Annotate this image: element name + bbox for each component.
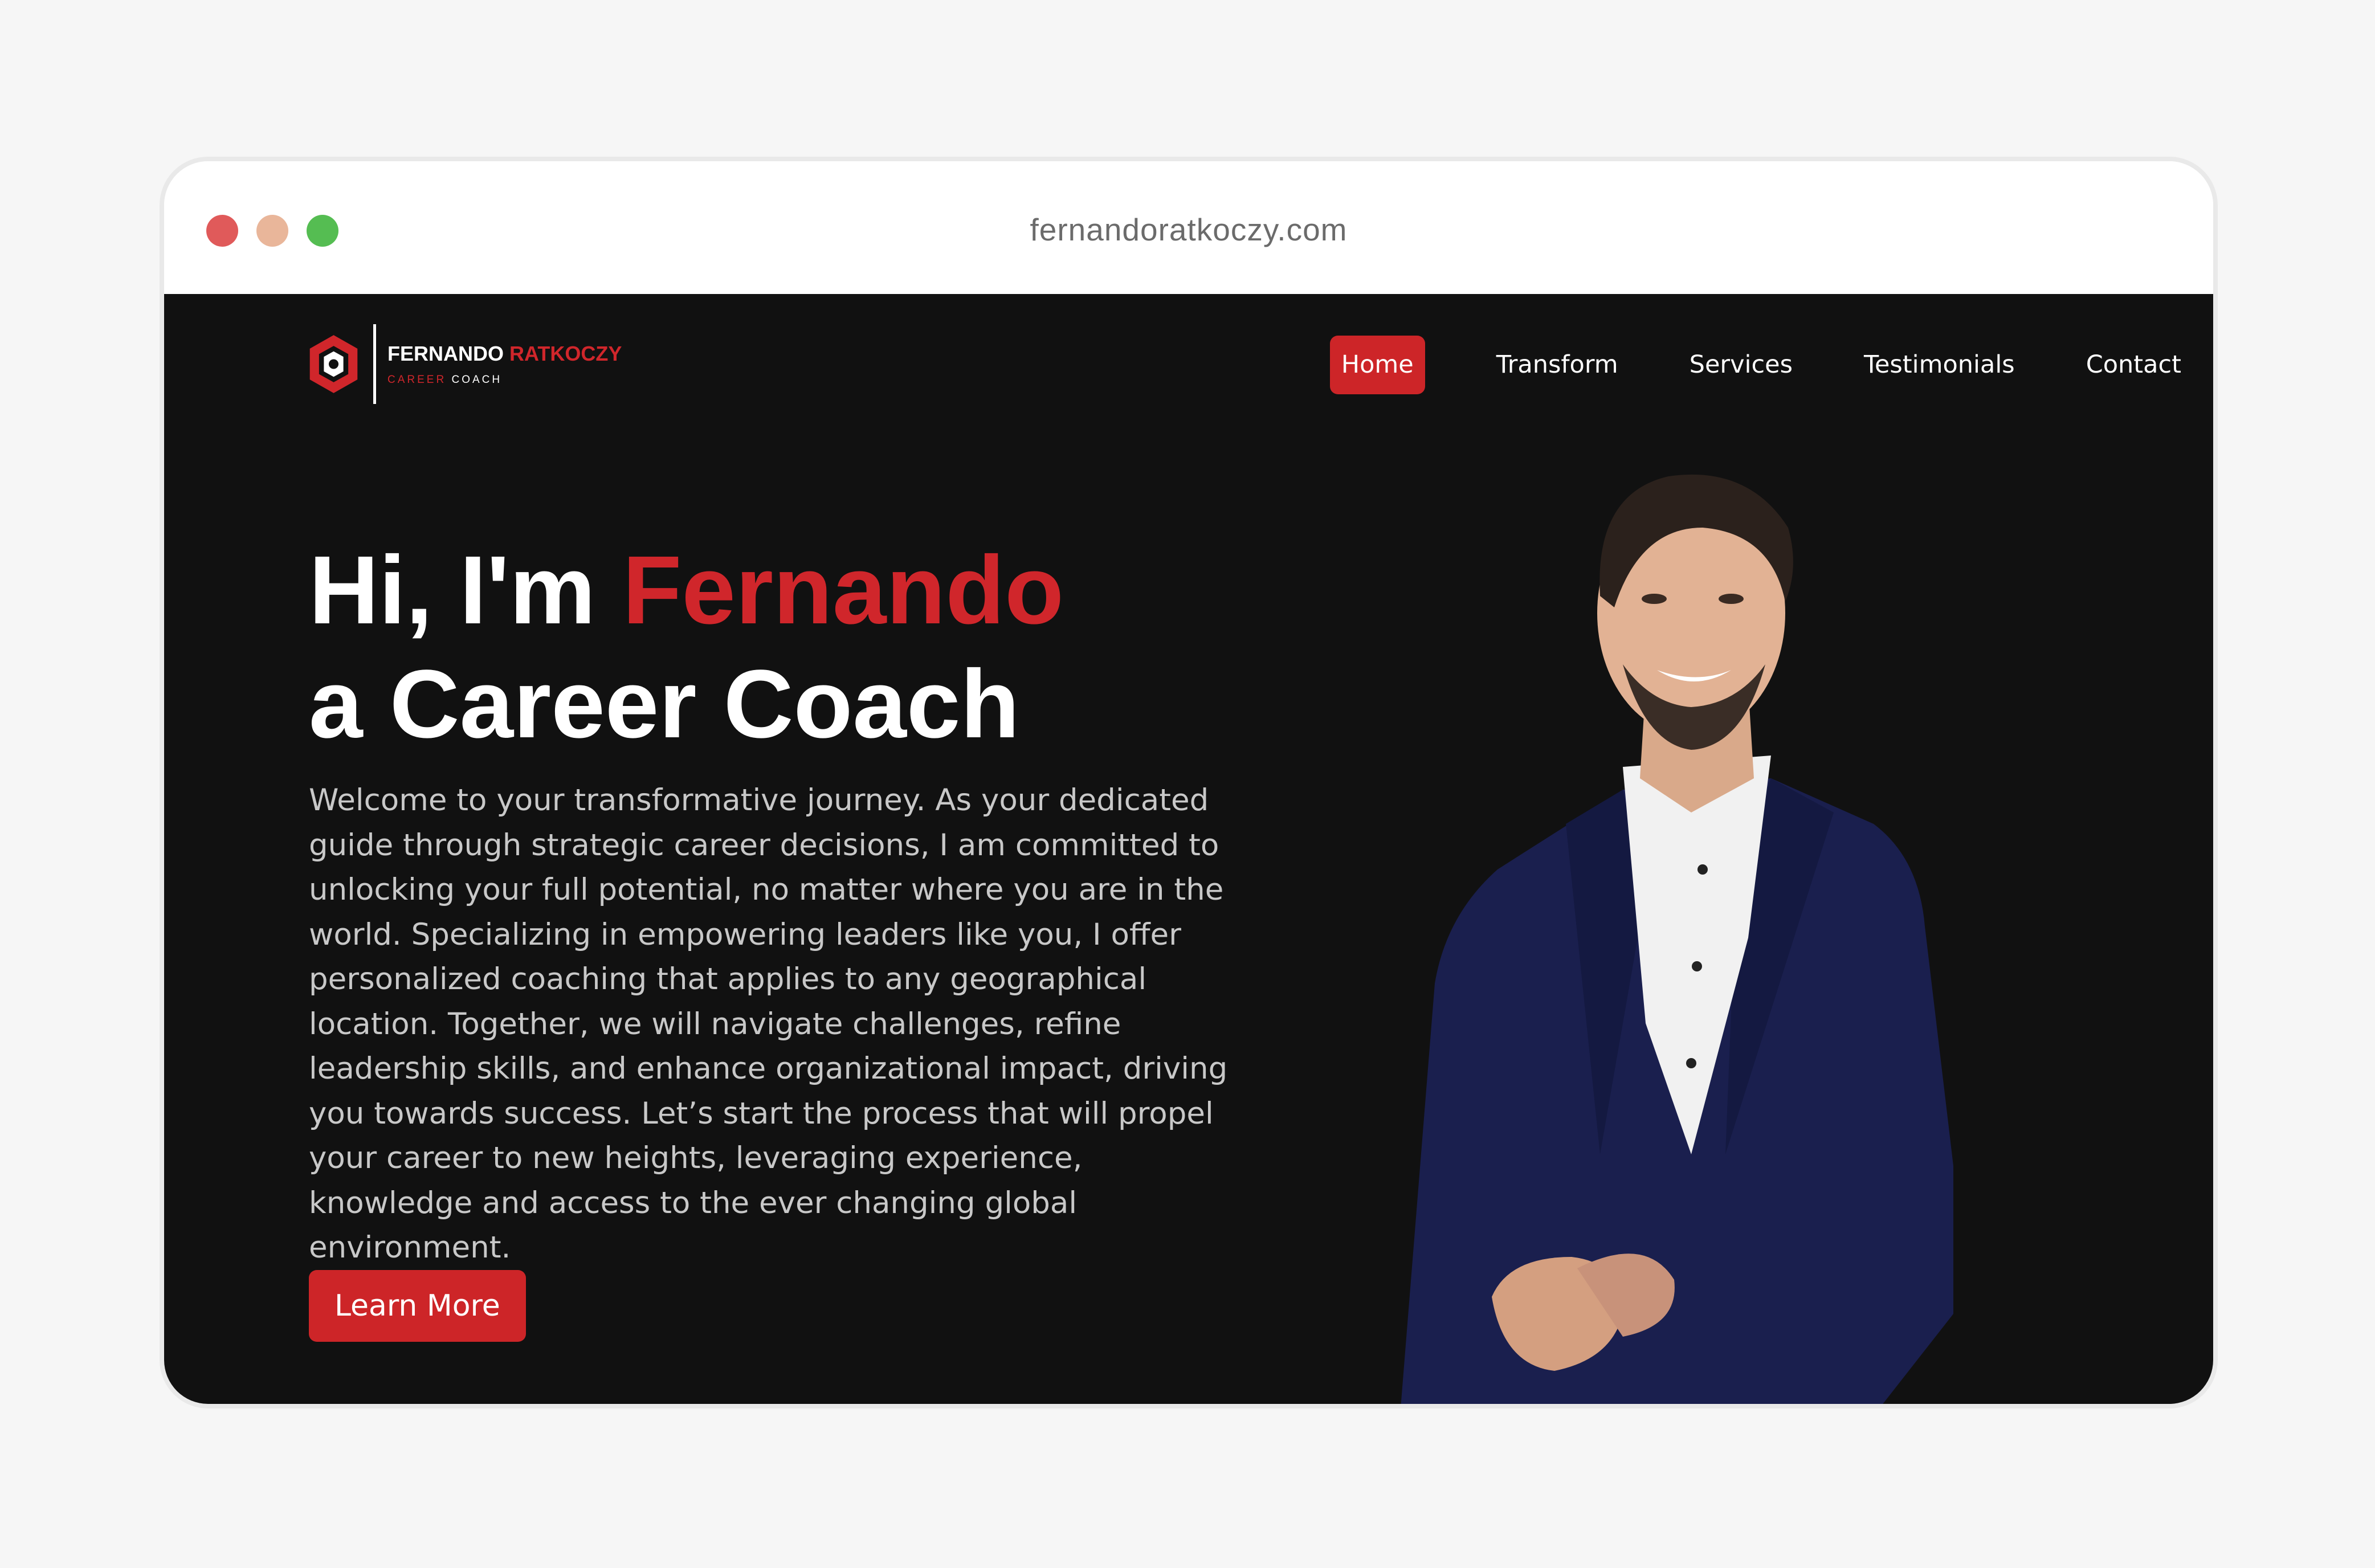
browser-titlebar: fernandoratkoczy.com — [164, 161, 2213, 294]
learn-more-button[interactable]: Learn More — [309, 1270, 526, 1342]
nav-item-services[interactable]: Services — [1690, 336, 1793, 394]
logo-text: FERNANDO RATKOCZY CAREER COACH — [387, 342, 622, 386]
logo-name-first: FERNANDO — [387, 341, 504, 365]
logo-divider — [373, 324, 376, 404]
address-bar[interactable]: fernandoratkoczy.com — [164, 211, 2213, 248]
logo-name: FERNANDO RATKOCZY — [387, 342, 622, 366]
logo-name-last: RATKOCZY — [509, 341, 622, 365]
hero-description: Welcome to your transformative journey. … — [309, 783, 1228, 1265]
coach-portrait-image — [1401, 474, 1953, 1404]
hero-title: Hi, I'm Fernando a Career Coach — [309, 533, 1064, 761]
hero-title-line-2: a Career Coach — [309, 650, 1020, 758]
logo-subtitle-career: CAREER — [387, 373, 447, 386]
logo-subtitle: CAREER COACH — [387, 374, 622, 386]
site-logo[interactable]: FERNANDO RATKOCZY CAREER COACH — [307, 322, 622, 405]
nav-item-home[interactable]: Home — [1329, 336, 1425, 394]
nav-item-contact[interactable]: Contact — [2086, 336, 2181, 394]
nav-item-transform[interactable]: Transform — [1496, 336, 1618, 394]
website-viewport: FERNANDO RATKOCZY CAREER COACH Home Tran… — [164, 294, 2213, 1404]
hero-title-prefix: Hi, I'm — [309, 536, 596, 644]
hero-title-line-1: Hi, I'm Fernando — [309, 533, 1064, 647]
browser-window: fernandoratkoczy.com FERNANDO RATKOCZY C… — [160, 157, 2218, 1408]
main-nav: Home Transform Services Testimonials Con… — [1329, 336, 2181, 394]
logo-subtitle-coach: COACH — [451, 373, 503, 386]
hero-title-name: Fernando — [622, 536, 1064, 644]
nav-item-testimonials[interactable]: Testimonials — [1864, 336, 2015, 394]
hexagon-logo-icon — [309, 334, 358, 393]
